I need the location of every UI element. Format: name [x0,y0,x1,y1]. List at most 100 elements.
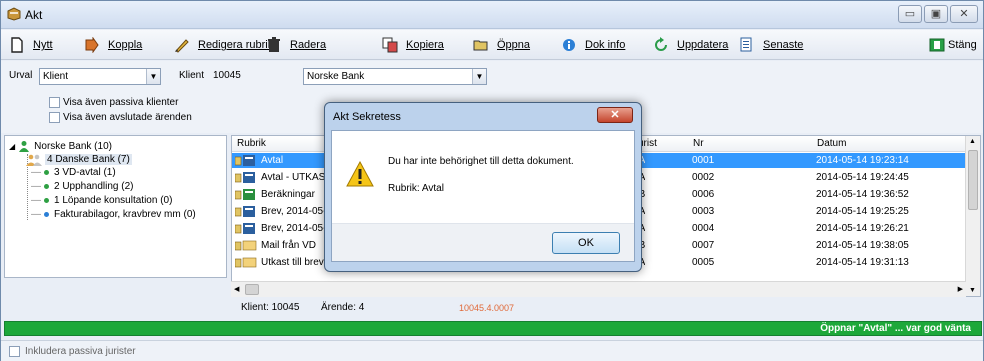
progress-text: Öppnar "Avtal" ... var god vänta [820,323,971,334]
refresh-label: Uppdatera [677,39,729,51]
cell-nr: 0002 [692,172,715,183]
window-title: Akt [25,8,43,22]
vertical-scrollbar[interactable]: ▲ ▼ [965,136,980,296]
dialog-body: Du har inte behörighet till detta dokume… [331,130,635,262]
refresh-button[interactable]: Uppdatera [653,36,728,54]
info-icon [563,39,575,51]
toolbar: Nytt Koppla Redigera rubrik Radera Kopie… [1,30,983,60]
blue-dot-icon [44,212,49,217]
ok-button[interactable]: OK [552,232,620,254]
spreadsheet-lock-icon [235,189,255,200]
tree-item-label: 1 Löpande konsultation (0) [54,195,173,206]
tree-item-label: Fakturabilagor, kravbrev mm (0) [54,209,196,220]
tree-item[interactable]: — 2 Upphandling (2) [31,181,134,192]
show-closed-cases-checkbox[interactable] [49,112,60,123]
cell-nr: 0006 [692,189,715,200]
tree-item[interactable]: — Fakturabilagor, kravbrev mm (0) [31,209,196,220]
link-button[interactable]: Koppla [84,36,142,54]
scroll-left-icon[interactable]: ◀ [234,285,239,293]
application-window: Akt ▭ ▣ ✕ Nytt Koppla Redigera rubrik Ra… [0,0,984,361]
tree-root-label: Norske Bank (10) [34,140,112,152]
scroll-up-icon[interactable]: ▲ [969,138,976,145]
window-close-button[interactable]: ✕ [950,5,978,23]
bottom-bar: Inkludera passiva jurister [1,340,983,361]
urval-value: Klient [43,71,69,82]
tree-item-label: 2 Upphandling (2) [54,181,134,192]
minimize-button[interactable]: ▭ [898,5,922,23]
tree-item[interactable]: — 1 Löpande konsultation (0) [31,195,172,206]
app-logo-icon [7,7,21,21]
case-tree[interactable]: ◢ Norske Bank (10) 4 Danske Bank (7) — 3… [4,135,227,278]
cell-datum: 2014-05-14 19:25:25 [816,206,909,217]
close-label: Stäng [948,39,977,51]
show-passive-clients-checkbox[interactable] [49,97,60,108]
tree-item[interactable]: — 3 VD-avtal (1) [31,167,116,178]
new-button[interactable]: Nytt [9,36,53,54]
klient-select[interactable]: Norske Bank ▼ [303,68,487,85]
scroll-right-icon[interactable]: ▶ [958,285,963,293]
doc-info-button[interactable]: Dok info [561,36,625,54]
tree-expand-icon[interactable]: ◢ [9,142,15,151]
horizontal-scroll-thumb[interactable] [245,284,259,295]
scroll-thumb[interactable] [968,150,978,210]
cell-datum: 2014-05-14 19:36:52 [816,189,909,200]
include-passive-lawyers-label: Inkludera passiva jurister [25,346,136,357]
client-icon [19,141,30,152]
trash-icon [268,37,280,52]
show-passive-clients-label: Visa även passiva klienter [63,97,179,108]
column-header-rubrik[interactable]: Rubrik [234,136,266,152]
title-bar: Akt ▭ ▣ ✕ [1,1,983,29]
green-dot-icon [44,170,49,175]
column-header-nr[interactable]: Nr [690,136,704,152]
close-button[interactable]: Stäng [929,36,977,54]
cell-nr: 0004 [692,223,715,234]
recent-icon [740,37,752,52]
edit-title-icon [175,39,189,53]
open-button[interactable]: Öppna [473,36,530,54]
status-klient: Klient: 10045 [241,302,300,313]
cell-rubrik: Beräkningar [261,189,315,200]
scroll-down-icon[interactable]: ▼ [969,287,976,294]
tree-item-label: 3 VD-avtal (1) [54,167,116,178]
delete-button[interactable]: Radera [266,36,326,54]
horizontal-scrollbar[interactable]: ◀ ▶ [231,281,966,297]
dialog-rubrik: Rubrik: Avtal [388,183,444,194]
cell-rubrik: Avtal - UTKAST [261,172,331,183]
klient-name: Norske Bank [307,71,365,82]
cell-datum: 2014-05-14 19:23:14 [816,155,909,166]
show-closed-cases-label: Visa även avslutade ärenden [63,112,192,123]
dialog-title: Akt Sekretess [333,111,401,123]
urval-select[interactable]: Klient ▼ [39,68,161,85]
include-passive-lawyers-checkbox[interactable] [9,346,20,357]
mail-lock-icon [235,257,257,268]
security-dialog: Akt Sekretess ✕ Du har inte behörighet t… [324,102,642,272]
green-dot-icon [44,184,49,189]
cell-datum: 2014-05-14 19:38:05 [816,240,909,251]
chevron-down-icon[interactable]: ▼ [146,69,160,84]
recent-label: Senaste [763,39,804,51]
dialog-footer: OK [332,223,634,261]
document-lock-icon [235,172,255,183]
column-header-datum[interactable]: Datum [814,136,846,152]
cell-rubrik: Mail från VD [261,240,317,251]
mail-lock-icon [235,240,257,251]
document-lock-icon [235,155,255,166]
klient-label: Klient [179,70,205,81]
cell-datum: 2014-05-14 19:31:13 [816,257,909,268]
edit-title-button[interactable]: Redigera rubrik [174,36,273,54]
cell-nr: 0007 [692,240,715,251]
klient-number: 10045 [213,70,241,81]
maximize-button[interactable]: ▣ [924,5,948,23]
chevron-down-icon[interactable]: ▼ [472,69,486,84]
recent-button[interactable]: Senaste [739,36,803,54]
copy-button[interactable]: Kopiera [382,36,444,54]
cell-nr: 0001 [692,155,715,166]
edit-title-label: Redigera rubrik [198,39,274,51]
dialog-close-button[interactable]: ✕ [597,107,633,123]
tree-item[interactable]: 4 Danske Bank (7) [25,153,132,166]
progress-bar: Öppnar "Avtal" ... var god vänta [4,321,982,336]
tree-item-label: 4 Danske Bank (7) [45,154,132,165]
link-label: Koppla [108,39,143,51]
tree-root[interactable]: ◢ Norske Bank (10) [9,140,112,152]
cell-rubrik: Utkast till brev [261,257,324,268]
